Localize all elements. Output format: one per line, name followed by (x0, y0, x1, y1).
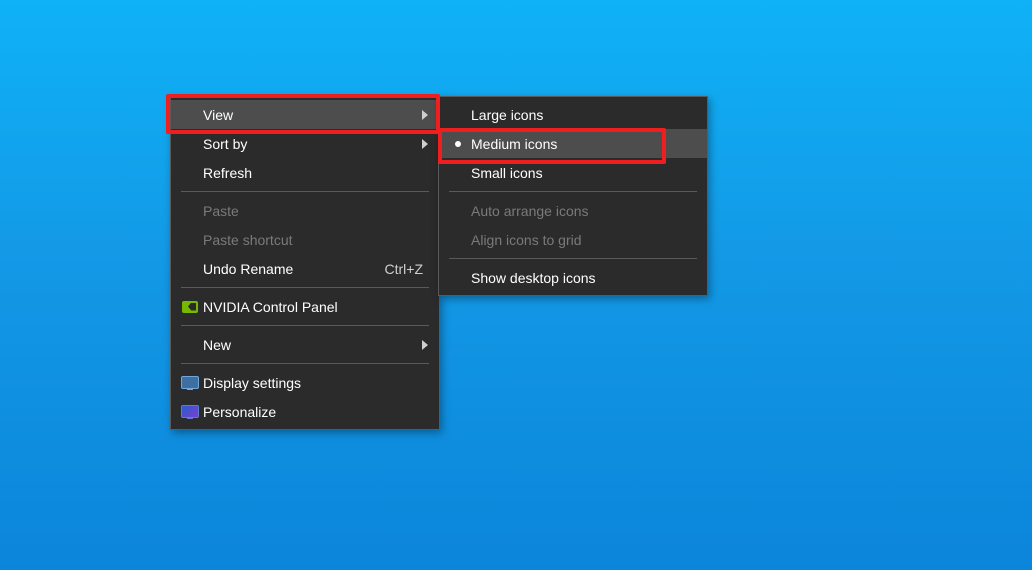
menu-item-paste: Paste (171, 196, 439, 225)
view-submenu: Large icons Medium icons Small icons Aut… (438, 96, 708, 296)
menu-separator (181, 287, 429, 288)
submenu-item-small-icons[interactable]: Small icons (439, 158, 707, 187)
menu-item-display-settings[interactable]: Display settings (171, 368, 439, 397)
chevron-right-icon (419, 139, 431, 149)
submenu-item-large-icons[interactable]: Large icons (439, 100, 707, 129)
nvidia-icon (177, 301, 203, 313)
menu-separator (181, 191, 429, 192)
submenu-item-align-to-grid[interactable]: Align icons to grid (439, 225, 707, 254)
menu-item-label: NVIDIA Control Panel (203, 299, 431, 315)
menu-separator (181, 325, 429, 326)
desktop-context-menu: View Sort by Refresh Paste Paste shortcu… (170, 96, 440, 430)
menu-item-undo-rename[interactable]: Undo Rename Ctrl+Z (171, 254, 439, 283)
menu-item-new[interactable]: New (171, 330, 439, 359)
menu-item-label: Sort by (203, 136, 419, 152)
menu-item-shortcut: Ctrl+Z (385, 261, 432, 277)
chevron-right-icon (419, 340, 431, 350)
submenu-item-auto-arrange[interactable]: Auto arrange icons (439, 196, 707, 225)
radio-selected-icon (445, 141, 471, 147)
menu-item-sort-by[interactable]: Sort by (171, 129, 439, 158)
menu-item-label: Paste (203, 203, 431, 219)
monitor-icon (177, 376, 203, 389)
menu-item-nvidia-control-panel[interactable]: NVIDIA Control Panel (171, 292, 439, 321)
menu-item-label: Medium icons (471, 136, 699, 152)
menu-separator (449, 258, 697, 259)
submenu-item-show-desktop-icons[interactable]: Show desktop icons (439, 263, 707, 292)
menu-separator (449, 191, 697, 192)
menu-item-label: Small icons (471, 165, 699, 181)
menu-item-label: Display settings (203, 375, 431, 391)
menu-item-personalize[interactable]: Personalize (171, 397, 439, 426)
submenu-item-medium-icons[interactable]: Medium icons (439, 129, 707, 158)
menu-item-label: Paste shortcut (203, 232, 431, 248)
personalize-icon (177, 405, 203, 418)
menu-item-label: New (203, 337, 419, 353)
menu-item-label: View (203, 107, 419, 123)
menu-item-label: Show desktop icons (471, 270, 699, 286)
menu-item-view[interactable]: View (171, 100, 439, 129)
menu-item-label: Personalize (203, 404, 431, 420)
menu-item-paste-shortcut: Paste shortcut (171, 225, 439, 254)
chevron-right-icon (419, 110, 431, 120)
menu-item-label: Auto arrange icons (471, 203, 699, 219)
menu-item-refresh[interactable]: Refresh (171, 158, 439, 187)
menu-item-label: Align icons to grid (471, 232, 699, 248)
menu-separator (181, 363, 429, 364)
menu-item-label: Large icons (471, 107, 699, 123)
menu-item-label: Undo Rename (203, 261, 385, 277)
menu-item-label: Refresh (203, 165, 431, 181)
